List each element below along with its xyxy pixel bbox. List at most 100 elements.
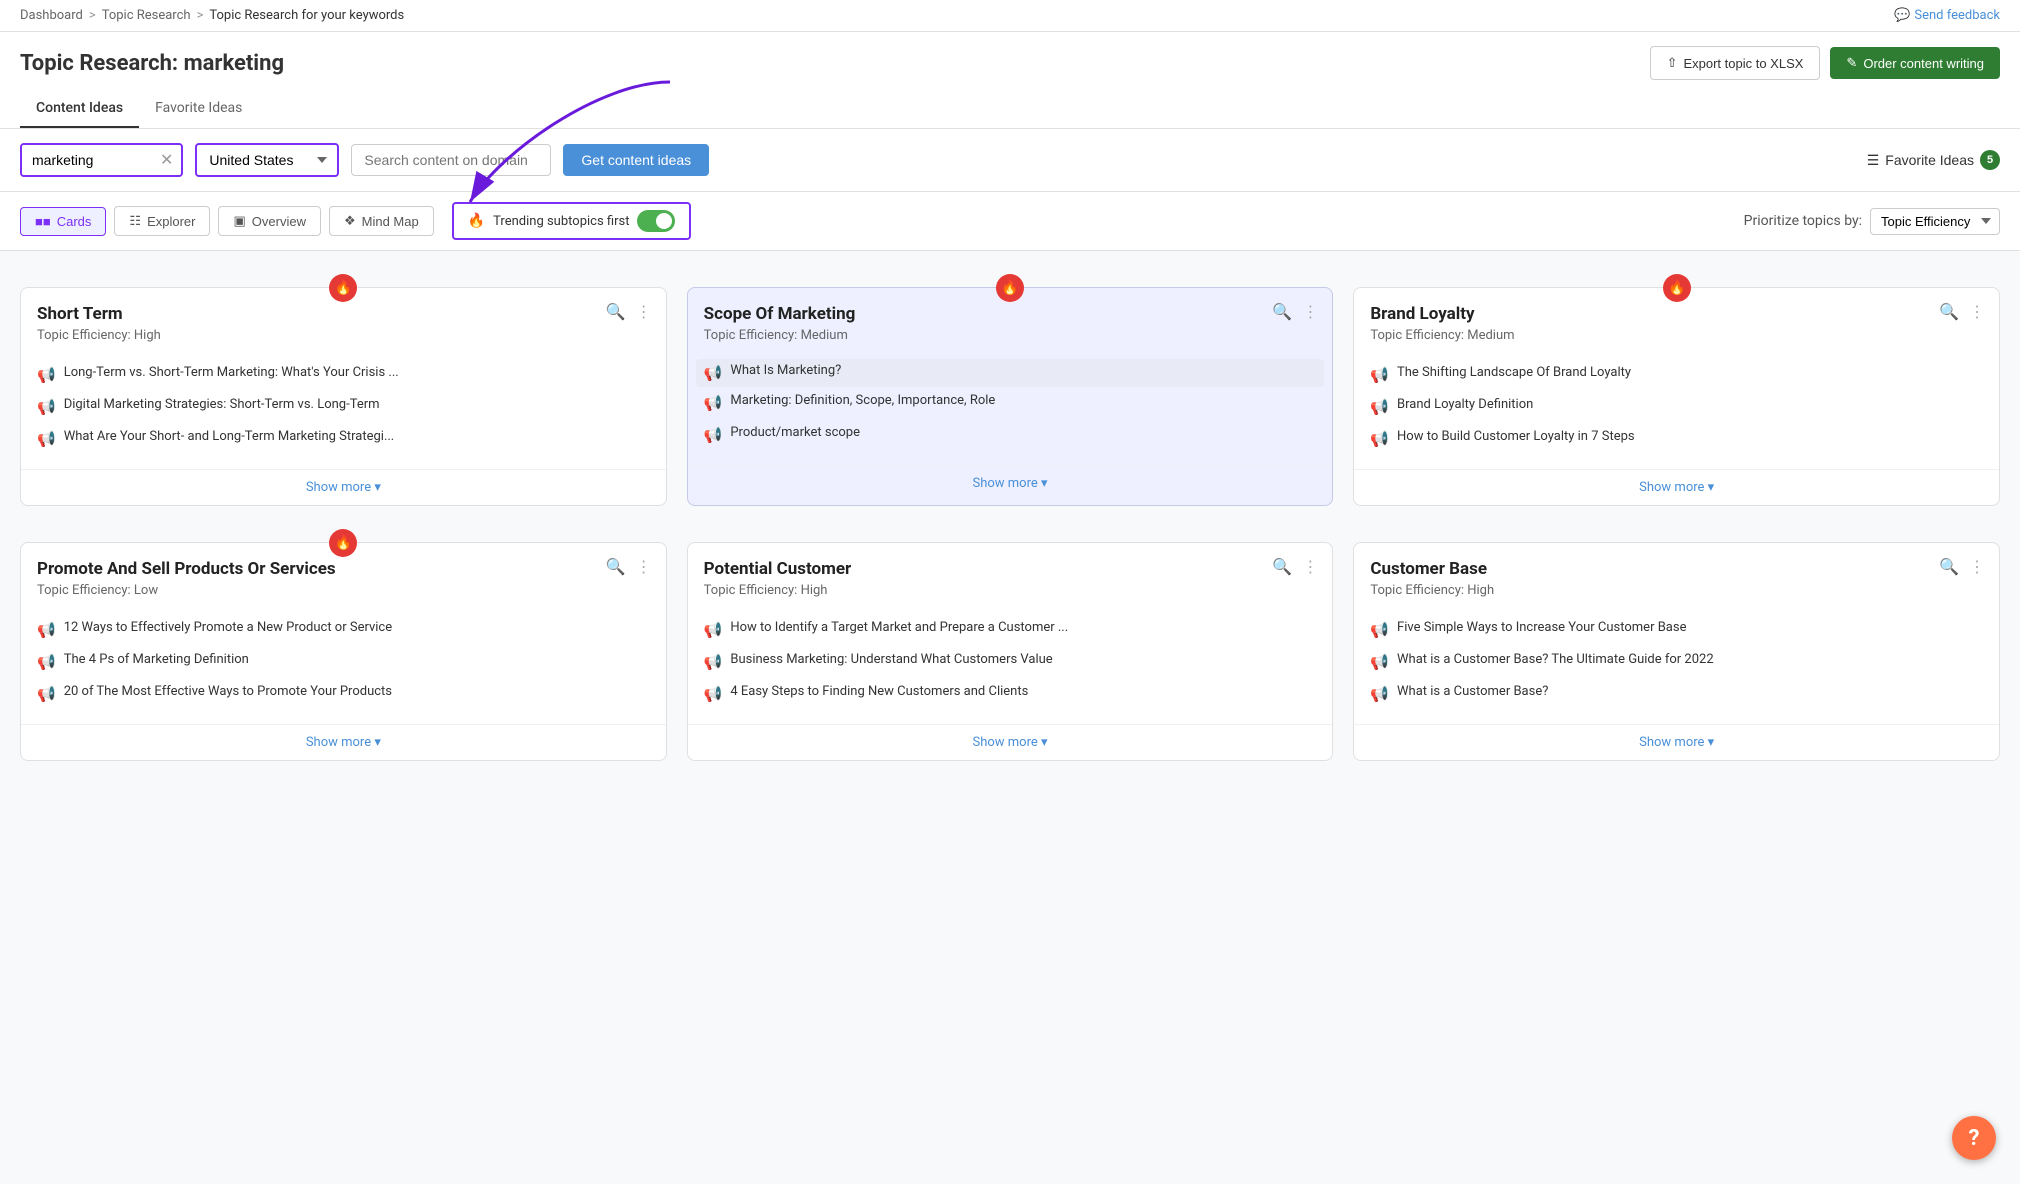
list-item: 📢 Business Marketing: Understand What Cu… — [704, 646, 1317, 678]
megaphone-icon: 📢 — [1370, 620, 1389, 641]
list-item: 📢 20 of The Most Effective Ways to Promo… — [37, 678, 650, 710]
card-potential-efficiency-value: High — [801, 583, 828, 598]
list-item: 📢 Digital Marketing Strategies: Short-Te… — [37, 391, 650, 423]
list-item: 📢 The 4 Ps of Marketing Definition — [37, 646, 650, 678]
get-content-ideas-button[interactable]: Get content ideas — [563, 144, 709, 176]
show-more-short-term[interactable]: Show more ▾ — [21, 469, 666, 505]
card-brand-loyalty: 🔥 🔍 ⋮ Brand Loyalty Topic Efficiency: Me… — [1353, 287, 2000, 506]
more-card-scope[interactable]: ⋮ — [1302, 302, 1318, 322]
card-promote-sell: 🔥 🔍 ⋮ Promote And Sell Products Or Servi… — [20, 542, 667, 761]
tabs: Content Ideas Favorite Ideas — [20, 90, 2000, 128]
fire-badge-promote: 🔥 — [329, 529, 357, 557]
search-card-short-term[interactable]: 🔍 — [606, 302, 626, 322]
card-promote-title: Promote And Sell Products Or Services — [37, 559, 650, 579]
breadcrumb: Dashboard > Topic Research > Topic Resea… — [20, 8, 404, 23]
card-item-text: What is a Customer Base? The Ultimate Gu… — [1397, 651, 1714, 669]
megaphone-icon: 📢 — [704, 363, 723, 384]
controls-row: ✕ United States United Kingdom Canada Ge… — [0, 129, 2020, 192]
send-feedback-link[interactable]: 💬 Send feedback — [1894, 8, 2000, 23]
prioritize-select[interactable]: Topic Efficiency Volume Difficulty — [1870, 208, 2000, 235]
tab-content-ideas[interactable]: Content Ideas — [20, 90, 139, 128]
search-card-scope[interactable]: 🔍 — [1272, 302, 1292, 322]
card-short-term-title: Short Term — [37, 304, 650, 324]
megaphone-icon: 📢 — [704, 652, 723, 673]
card-promote-efficiency: Topic Efficiency: Low — [37, 583, 650, 598]
more-card-promote[interactable]: ⋮ — [636, 557, 652, 577]
country-select[interactable]: United States United Kingdom Canada — [195, 143, 339, 177]
list-item: 📢 Marketing: Definition, Scope, Importan… — [704, 387, 1317, 419]
cards-label: Cards — [57, 214, 92, 229]
more-card-potential[interactable]: ⋮ — [1302, 557, 1318, 577]
megaphone-icon: 📢 — [1370, 652, 1389, 673]
mindmap-label: Mind Map — [362, 214, 419, 229]
search-card-promote[interactable]: 🔍 — [606, 557, 626, 577]
send-feedback-label: Send feedback — [1914, 8, 2000, 23]
card-item-text: Digital Marketing Strategies: Short-Term… — [64, 396, 380, 414]
card-brand-body: 📢 The Shifting Landscape Of Brand Loyalt… — [1354, 353, 1999, 469]
card-item-text: What Is Marketing? — [730, 362, 841, 380]
show-more-potential[interactable]: Show more ▾ — [688, 724, 1333, 760]
keyword-input[interactable] — [22, 145, 152, 175]
keyword-input-wrap: ✕ — [20, 143, 183, 177]
more-card-short-term[interactable]: ⋮ — [636, 302, 652, 322]
megaphone-icon: 📢 — [1370, 365, 1389, 386]
domain-search-input[interactable] — [351, 144, 551, 176]
export-icon: ⇧ — [1667, 55, 1678, 71]
list-item: 📢 Five Simple Ways to Increase Your Cust… — [1370, 614, 1983, 646]
card-customer-header: 🔍 ⋮ Customer Base Topic Efficiency: High — [1354, 543, 1999, 608]
card-item-text: Product/market scope — [730, 424, 860, 442]
top-bar: Dashboard > Topic Research > Topic Resea… — [0, 0, 2020, 32]
card-item-text: What is a Customer Base? — [1397, 683, 1548, 701]
keyword-clear-button[interactable]: ✕ — [152, 150, 181, 170]
view-mindmap-button[interactable]: ❖ Mind Map — [329, 206, 434, 236]
trending-toggle[interactable] — [637, 210, 675, 232]
favorite-count-badge: 5 — [1980, 150, 2000, 170]
tab-favorite-ideas[interactable]: Favorite Ideas — [139, 90, 258, 128]
page-header: Topic Research: marketing ⇧ Export topic… — [0, 32, 2020, 90]
megaphone-icon: 📢 — [37, 429, 56, 450]
view-overview-button[interactable]: ▣ Overview — [218, 206, 320, 236]
trending-label: Trending subtopics first — [493, 214, 629, 229]
card-item-text: The 4 Ps of Marketing Definition — [64, 651, 249, 669]
card-item-text: What Are Your Short- and Long-Term Marke… — [64, 428, 395, 446]
card-brand-actions: 🔍 ⋮ — [1939, 302, 1985, 322]
show-more-customer[interactable]: Show more ▾ — [1354, 724, 1999, 760]
show-more-promote[interactable]: Show more ▾ — [21, 724, 666, 760]
show-more-scope[interactable]: Show more ▾ — [688, 465, 1333, 501]
megaphone-icon: 📢 — [37, 397, 56, 418]
help-button[interactable]: ? — [1952, 1116, 1996, 1160]
view-explorer-button[interactable]: ☷ Explorer — [114, 206, 210, 236]
show-more-brand[interactable]: Show more ▾ — [1354, 469, 1999, 505]
tabs-bar: Content Ideas Favorite Ideas — [0, 90, 2020, 129]
card-promote-body: 📢 12 Ways to Effectively Promote a New P… — [21, 608, 666, 724]
card-short-term-efficiency: Topic Efficiency: High — [37, 328, 650, 343]
card-promote-actions: 🔍 ⋮ — [606, 557, 652, 577]
page-title: Topic Research: marketing — [20, 51, 284, 76]
prioritize-label: Prioritize topics by: — [1744, 213, 1862, 229]
card-item-text: The Shifting Landscape Of Brand Loyalty — [1397, 364, 1631, 382]
card-item-text: Brand Loyalty Definition — [1397, 396, 1533, 414]
order-label: Order content writing — [1863, 56, 1984, 71]
card-potential-body: 📢 How to Identify a Target Market and Pr… — [688, 608, 1333, 724]
breadcrumb-topic-research[interactable]: Topic Research — [102, 8, 191, 23]
search-card-brand[interactable]: 🔍 — [1939, 302, 1959, 322]
more-card-customer[interactable]: ⋮ — [1969, 557, 1985, 577]
favorite-ideas-button[interactable]: ☰ Favorite Ideas 5 — [1867, 150, 2000, 170]
card-scope-efficiency-value: Medium — [801, 328, 848, 343]
search-card-potential[interactable]: 🔍 — [1272, 557, 1292, 577]
export-button[interactable]: ⇧ Export topic to XLSX — [1650, 46, 1821, 80]
breadcrumb-dashboard[interactable]: Dashboard — [20, 8, 83, 23]
page-title-static: Topic Research: — [20, 51, 178, 76]
order-content-button[interactable]: ✎ Order content writing — [1830, 47, 2000, 79]
card-customer-efficiency: Topic Efficiency: High — [1370, 583, 1983, 598]
mindmap-icon: ❖ — [344, 213, 356, 229]
search-card-customer[interactable]: 🔍 — [1939, 557, 1959, 577]
order-icon: ✎ — [1846, 55, 1857, 71]
card-item-text: 4 Easy Steps to Finding New Customers an… — [730, 683, 1028, 701]
overview-icon: ▣ — [233, 213, 245, 229]
list-item: 📢 What Is Marketing? — [696, 359, 1325, 387]
list-item: 📢 What is a Customer Base? The Ultimate … — [1370, 646, 1983, 678]
view-cards-button[interactable]: ■■ Cards — [20, 207, 106, 236]
card-short-term-efficiency-value: High — [134, 328, 161, 343]
more-card-brand[interactable]: ⋮ — [1969, 302, 1985, 322]
